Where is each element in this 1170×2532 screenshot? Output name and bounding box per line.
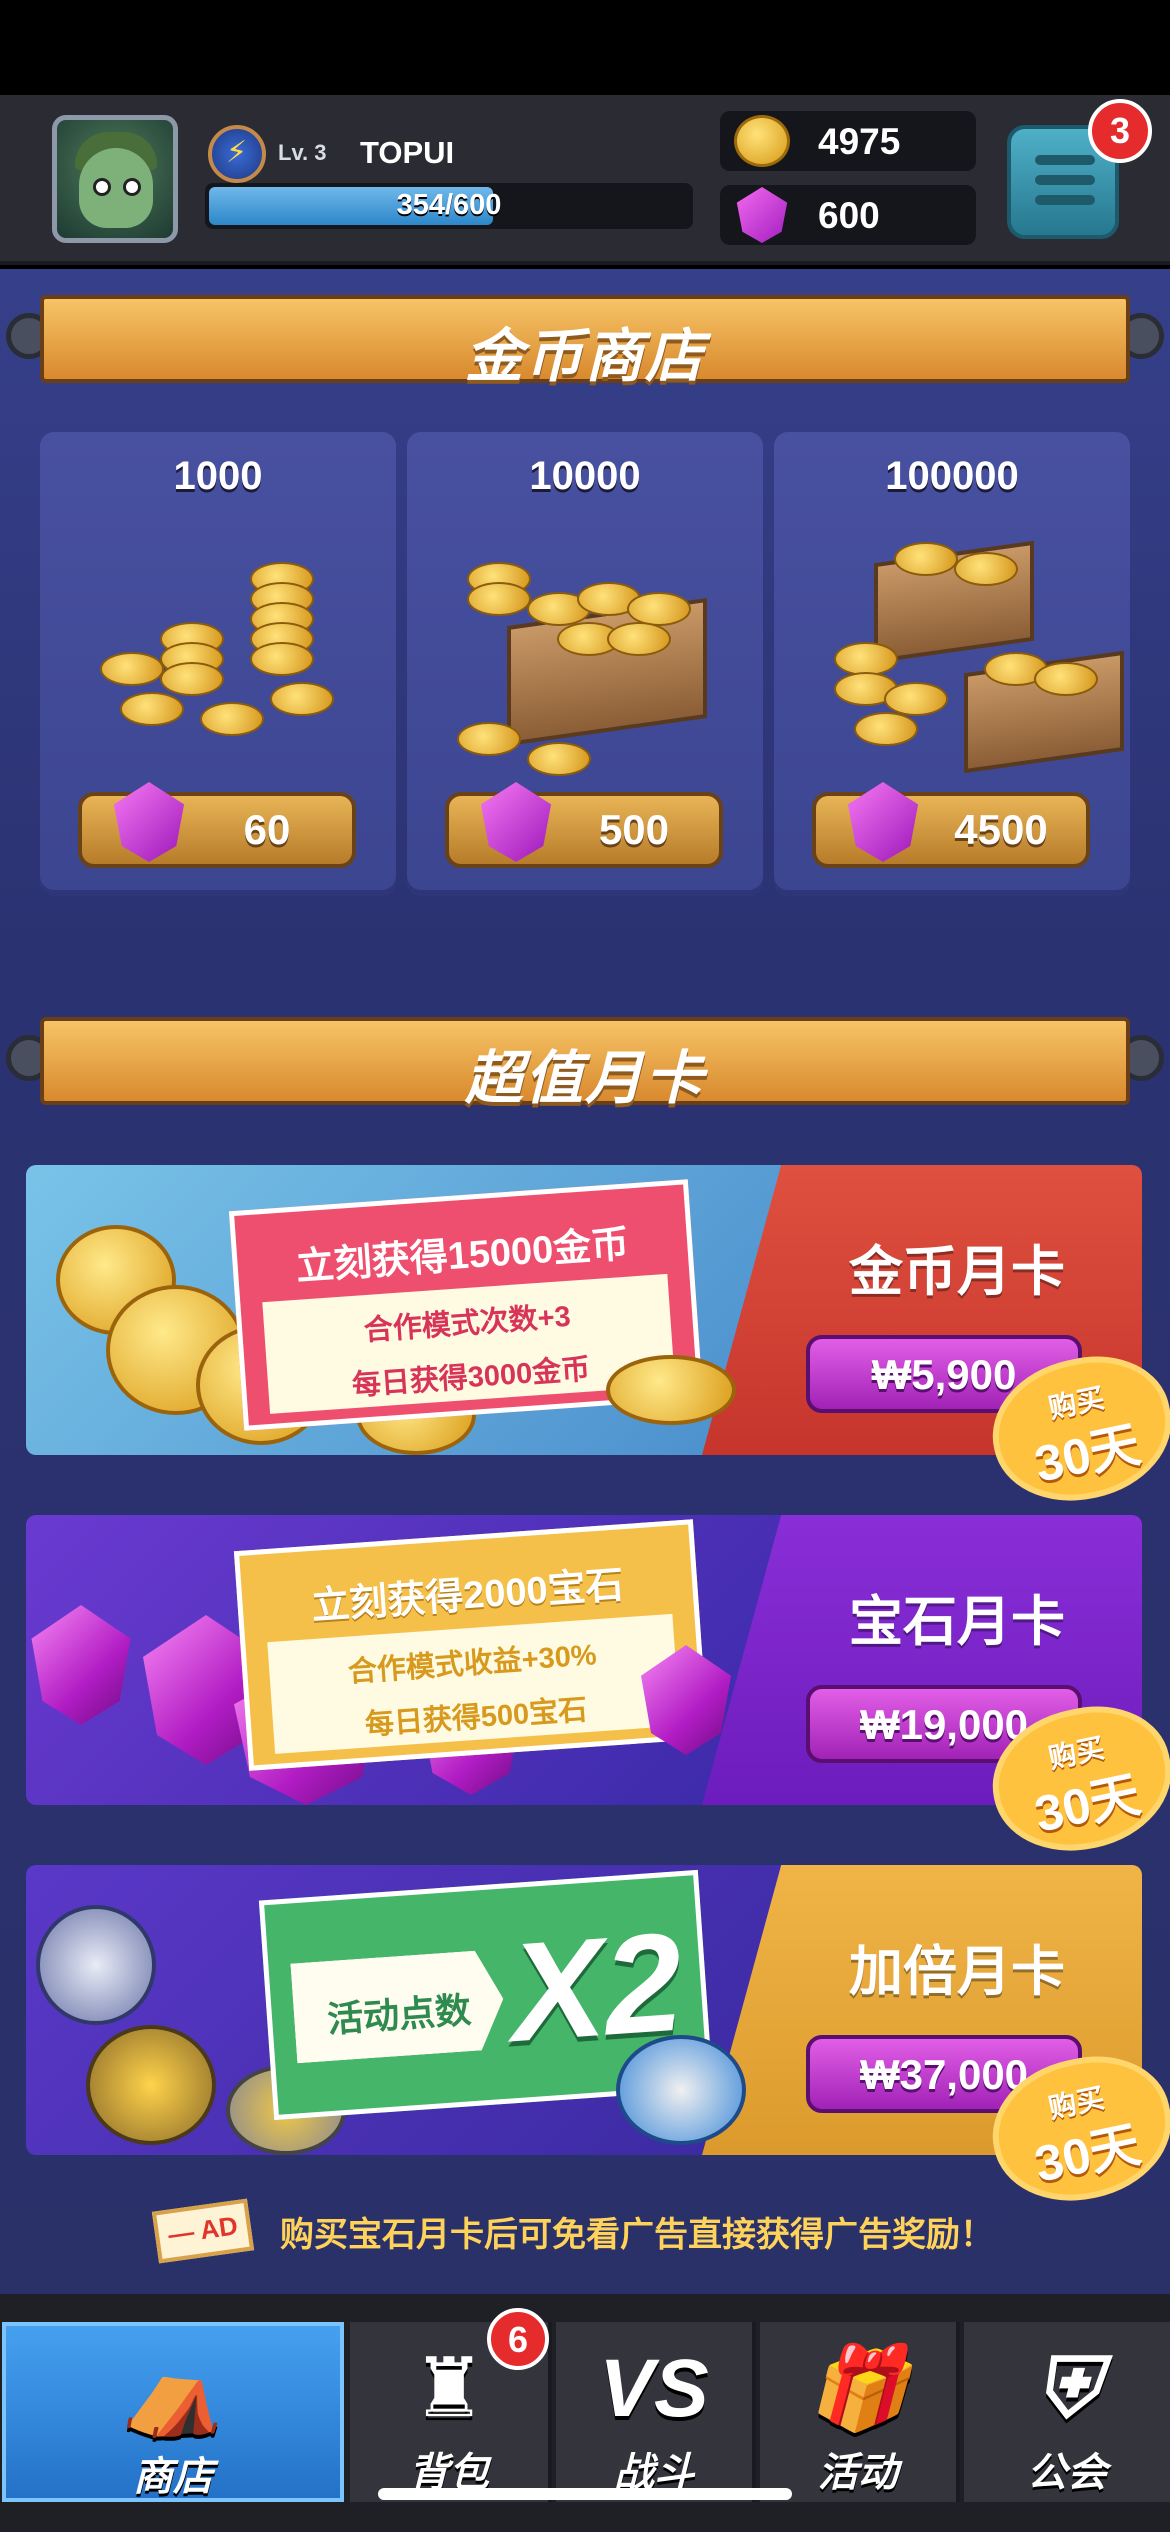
gold-shop-title: 金币商店 — [464, 324, 705, 389]
coin-pack-amount: 1000 — [173, 454, 263, 498]
boost-monthly-card[interactable]: 活动点数 X2 加倍月卡 ₩37,000 — [26, 1865, 1142, 2155]
guild-shield-icon: ⛨ — [1036, 2343, 1098, 2434]
xp-bar: 354/600 — [205, 183, 693, 229]
ticket-label-box: 活动点数 — [290, 1949, 506, 2063]
avatar-face — [79, 148, 153, 228]
coin-pack-buy-button[interactable]: 500 — [445, 782, 723, 868]
gem-icon — [847, 782, 919, 862]
player-header: ⚡ Lv. 3 TOPUI 354/600 4975 600 — [0, 95, 1170, 265]
coin-pack-buy-button[interactable]: 4500 — [812, 782, 1090, 868]
fist-token-icon — [86, 2025, 216, 2145]
boost-monthly-card-name: 加倍月卡 — [849, 1942, 1065, 2002]
tab-guild[interactable]: ⛨ 公会 — [964, 2322, 1170, 2502]
gift-icon: 🎁 — [806, 2343, 910, 2434]
gem-monthly-card-name: 宝石月卡 — [849, 1592, 1065, 1652]
player-name: TOPUI — [360, 135, 455, 170]
gold-shop-title-banner: 金币商店 — [40, 295, 1130, 389]
coin-pack-amount: 10000 — [529, 454, 641, 498]
xp-text: 354/600 — [396, 189, 502, 221]
tab-shop[interactable]: ⛺ 商店 — [2, 2322, 344, 2502]
status-bar — [0, 0, 1170, 95]
gem-value: 600 — [818, 195, 880, 236]
gem-card-ticket: 立刻获得2000宝石 合作模式收益+30% 每日获得500宝石 — [233, 1519, 709, 1771]
coin-pack-card[interactable]: 10000 500 — [407, 432, 763, 896]
player-avatar[interactable] — [52, 115, 178, 243]
ad-tag-text: — AD — [166, 2210, 240, 2250]
coin-crates-large — [834, 540, 1124, 774]
tab-events[interactable]: 🎁 活动 — [760, 2322, 960, 2502]
tab-battle[interactable]: VS 战斗 — [556, 2322, 756, 2502]
avatar-eye — [123, 178, 141, 196]
crown-token-icon — [616, 2035, 746, 2145]
home-indicator — [378, 2488, 792, 2500]
coin-pack-buy-button[interactable]: 60 — [78, 782, 356, 868]
coin-pack-price: 500 — [598, 806, 670, 853]
coin-crate — [457, 542, 707, 776]
menu-notification-badge: 3 — [1088, 99, 1152, 163]
coin-pack-amount: 100000 — [885, 454, 1019, 498]
avatar-eye — [93, 178, 111, 196]
coin-icon — [734, 115, 790, 167]
skull-token-icon — [36, 1905, 156, 2025]
coin-pile-small — [100, 542, 336, 742]
gem-icon — [480, 782, 552, 862]
coin-icon — [606, 1355, 736, 1425]
monthly-card-title: 超值月卡 — [464, 1046, 705, 1111]
gold-counter[interactable]: 4975 — [720, 111, 976, 171]
ad-free-note: — AD 购买宝石月卡后可免看广告直接获得广告奖励！ — [151, 2195, 1055, 2265]
monthly-card-title-banner: 超值月卡 — [40, 1017, 1130, 1111]
gem-icon — [113, 782, 185, 862]
tab-label: 公会 — [1027, 2451, 1107, 2495]
ad-note-text: 购买宝石月卡后可免看广告直接获得广告奖励！ — [280, 2216, 994, 2254]
coin-pack-price: 4500 — [954, 806, 1048, 853]
gem-icon — [736, 187, 788, 243]
gold-value: 4975 — [818, 121, 901, 162]
vs-icon: VS — [599, 2343, 709, 2434]
ticket-label: 活动点数 — [325, 1989, 473, 2041]
coin-pack-card[interactable]: 1000 60 — [40, 432, 396, 896]
shop-icon: ⛺ — [121, 2347, 225, 2438]
gold-monthly-card[interactable]: 立刻获得15000金币 合作模式次数+3 每日获得3000金币 金币月卡 ₩5,… — [26, 1165, 1142, 1455]
backpack-rook-icon: ♜ — [412, 2343, 486, 2434]
gem-counter[interactable]: 600 — [720, 185, 976, 245]
backpack-notification-badge: 6 — [487, 2308, 549, 2370]
ad-ticket-icon: — AD — [151, 2198, 255, 2264]
list-menu-icon — [1035, 155, 1095, 215]
player-level: Lv. 3 — [278, 140, 327, 165]
coin-pack-card[interactable]: 100000 4500 — [774, 432, 1130, 896]
coin-pack-price: 60 — [243, 806, 291, 853]
tab-label: 商店 — [133, 2455, 213, 2499]
gold-monthly-card-name: 金币月卡 — [849, 1242, 1065, 1302]
lightning-badge-icon: ⚡ — [208, 125, 266, 183]
ticket-body: 合作模式收益+30% 每日获得500宝石 — [267, 1613, 681, 1754]
gem-monthly-card[interactable]: 立刻获得2000宝石 合作模式收益+30% 每日获得500宝石 宝石月卡 ₩19… — [26, 1515, 1142, 1805]
